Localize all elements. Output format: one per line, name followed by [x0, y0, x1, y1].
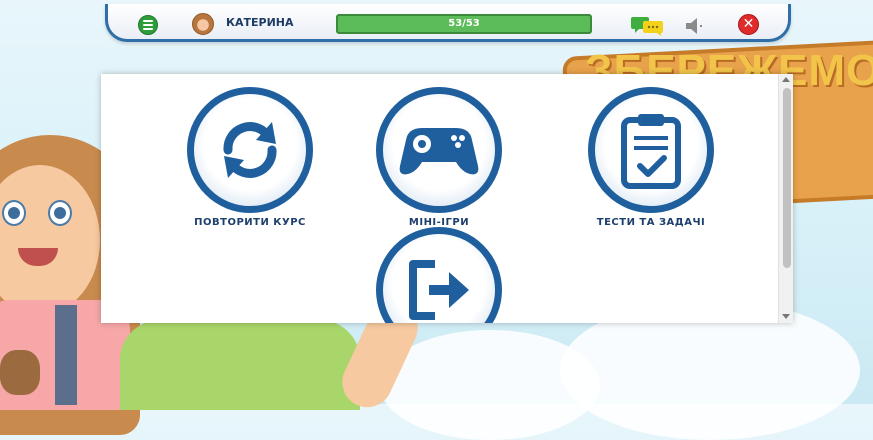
exit-button[interactable] — [359, 227, 519, 323]
close-icon[interactable]: ✕ — [738, 14, 759, 35]
top-toolbar: КАТЕРИНА 53/53 ✕ — [105, 4, 791, 42]
mini-games-button[interactable]: МІНІ-ІГРИ — [359, 87, 519, 228]
speaker-icon[interactable] — [684, 17, 706, 35]
clipboard-check-icon — [588, 87, 714, 213]
username: КАТЕРИНА — [226, 16, 294, 29]
chat-icon[interactable] — [631, 16, 665, 36]
background-girl-eye — [48, 200, 72, 226]
avatar[interactable] — [192, 13, 214, 35]
repeat-course-label: ПОВТОРИТИ КУРС — [194, 217, 306, 228]
background-backpack-strap — [55, 305, 77, 405]
scroll-thumb[interactable] — [783, 88, 791, 268]
menu-icon[interactable] — [138, 15, 158, 35]
exit-icon — [376, 227, 502, 323]
background-teddy-bear — [0, 350, 40, 395]
refresh-icon — [187, 87, 313, 213]
vertical-scrollbar[interactable] — [778, 74, 793, 323]
scroll-up-icon[interactable] — [782, 77, 790, 82]
background-girl-eye — [2, 200, 26, 226]
scroll-down-icon[interactable] — [782, 314, 790, 319]
tests-and-tasks-button[interactable]: ТЕСТИ ТА ЗАДАЧІ — [571, 87, 731, 228]
gamepad-icon — [376, 87, 502, 213]
tests-and-tasks-label: ТЕСТИ ТА ЗАДАЧІ — [596, 217, 706, 228]
background-boy-shirt — [120, 320, 360, 410]
progress-bar: 53/53 — [336, 14, 592, 34]
main-menu-panel: ПОВТОРИТИ КУРС МІНІ-ІГРИ ТЕСТИ ТА ЗАДАЧІ — [101, 74, 793, 323]
background-cloud — [380, 330, 600, 440]
repeat-course-button[interactable]: ПОВТОРИТИ КУРС — [170, 87, 330, 228]
progress-text: 53/53 — [448, 18, 480, 29]
